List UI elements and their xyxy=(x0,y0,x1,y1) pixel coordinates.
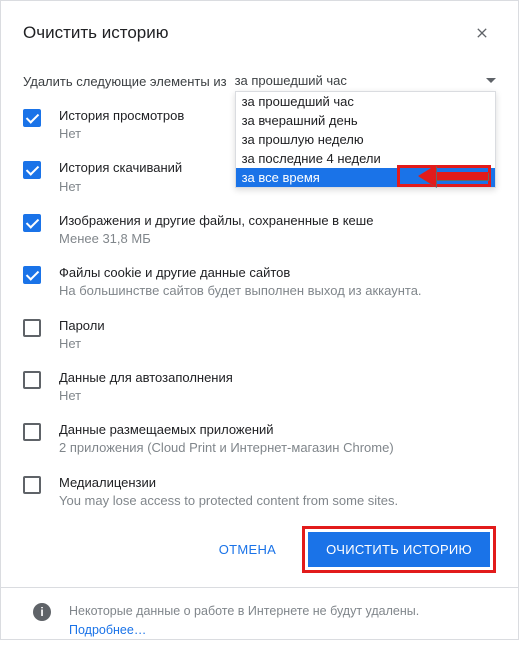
dropdown-menu: за прошедший часза вчерашний деньза прош… xyxy=(235,91,496,188)
checkbox[interactable] xyxy=(23,423,41,441)
option-row: ПаролиНет xyxy=(23,317,496,353)
arrow-annotation xyxy=(393,165,491,187)
dropdown-option[interactable]: за последние 4 недели xyxy=(236,149,495,168)
option-title: Данные размещаемых приложений xyxy=(59,421,496,439)
checkbox[interactable] xyxy=(23,109,41,127)
option-texts: Изображения и другие файлы, сохраненные … xyxy=(59,212,496,248)
checkbox[interactable] xyxy=(23,371,41,389)
checkbox[interactable] xyxy=(23,161,41,179)
option-row: Данные размещаемых приложений2 приложени… xyxy=(23,421,496,457)
dialog-title: Очистить историю xyxy=(23,23,168,43)
checkbox[interactable] xyxy=(23,476,41,494)
dialog-header: Очистить историю xyxy=(23,19,496,47)
option-subtitle: Нет xyxy=(59,335,496,353)
cancel-button[interactable]: ОТМЕНА xyxy=(205,532,290,567)
clear-history-dialog: Очистить историю Удалить следующие элеме… xyxy=(0,0,519,640)
checkbox[interactable] xyxy=(23,214,41,232)
footer-link[interactable]: Подробнее… xyxy=(69,623,146,637)
dialog-buttons: ОТМЕНА ОЧИСТИТЬ ИСТОРИЮ xyxy=(23,526,496,573)
checkbox[interactable] xyxy=(23,266,41,284)
option-row: Данные для автозаполненияНет xyxy=(23,369,496,405)
option-texts: Данные для автозаполненияНет xyxy=(59,369,496,405)
option-row: Изображения и другие файлы, сохраненные … xyxy=(23,212,496,248)
option-row: МедиалицензииYou may lose access to prot… xyxy=(23,474,496,510)
time-range-row: Удалить следующие элементы из за прошедш… xyxy=(23,69,496,93)
option-subtitle: Менее 31,8 МБ xyxy=(59,230,496,248)
dropdown-selected-text: за прошедший час xyxy=(235,73,347,88)
option-subtitle: You may lose access to protected content… xyxy=(59,492,496,510)
option-row: Файлы cookie и другие данные сайтовНа бо… xyxy=(23,264,496,300)
dropdown-option[interactable]: за все время xyxy=(236,168,495,187)
info-icon: i xyxy=(33,603,51,621)
time-range-dropdown[interactable]: за прошедший час за прошедший часза вчер… xyxy=(235,69,496,93)
option-texts: Файлы cookie и другие данные сайтовНа бо… xyxy=(59,264,496,300)
checkbox[interactable] xyxy=(23,319,41,337)
close-icon xyxy=(474,25,490,41)
dropdown-option[interactable]: за прошедший час xyxy=(236,92,495,111)
confirm-button[interactable]: ОЧИСТИТЬ ИСТОРИЮ xyxy=(308,532,490,567)
option-title: Пароли xyxy=(59,317,496,335)
close-button[interactable] xyxy=(468,19,496,47)
time-range-label: Удалить следующие элементы из xyxy=(23,74,227,89)
footer-text: Некоторые данные о работе в Интернете не… xyxy=(69,604,419,618)
option-title: Данные для автозаполнения xyxy=(59,369,496,387)
dropdown-selected[interactable]: за прошедший час xyxy=(235,69,496,93)
chevron-down-icon xyxy=(486,78,496,83)
dropdown-option[interactable]: за прошлую неделю xyxy=(236,130,495,149)
confirm-highlight-annotation: ОЧИСТИТЬ ИСТОРИЮ xyxy=(302,526,496,573)
option-title: Изображения и другие файлы, сохраненные … xyxy=(59,212,496,230)
dropdown-option[interactable]: за вчерашний день xyxy=(236,111,495,130)
footer-text-block: Некоторые данные о работе в Интернете не… xyxy=(69,602,419,640)
option-subtitle: Нет xyxy=(59,387,496,405)
dialog-footer: i Некоторые данные о работе в Интернете … xyxy=(23,588,496,654)
option-texts: Данные размещаемых приложений2 приложени… xyxy=(59,421,496,457)
option-title: Файлы cookie и другие данные сайтов xyxy=(59,264,496,282)
option-title: Медиалицензии xyxy=(59,474,496,492)
option-texts: МедиалицензииYou may lose access to prot… xyxy=(59,474,496,510)
option-texts: ПаролиНет xyxy=(59,317,496,353)
option-subtitle: На большинстве сайтов будет выполнен вых… xyxy=(59,282,496,300)
option-subtitle: 2 приложения (Cloud Print и Интернет-маг… xyxy=(59,439,496,457)
